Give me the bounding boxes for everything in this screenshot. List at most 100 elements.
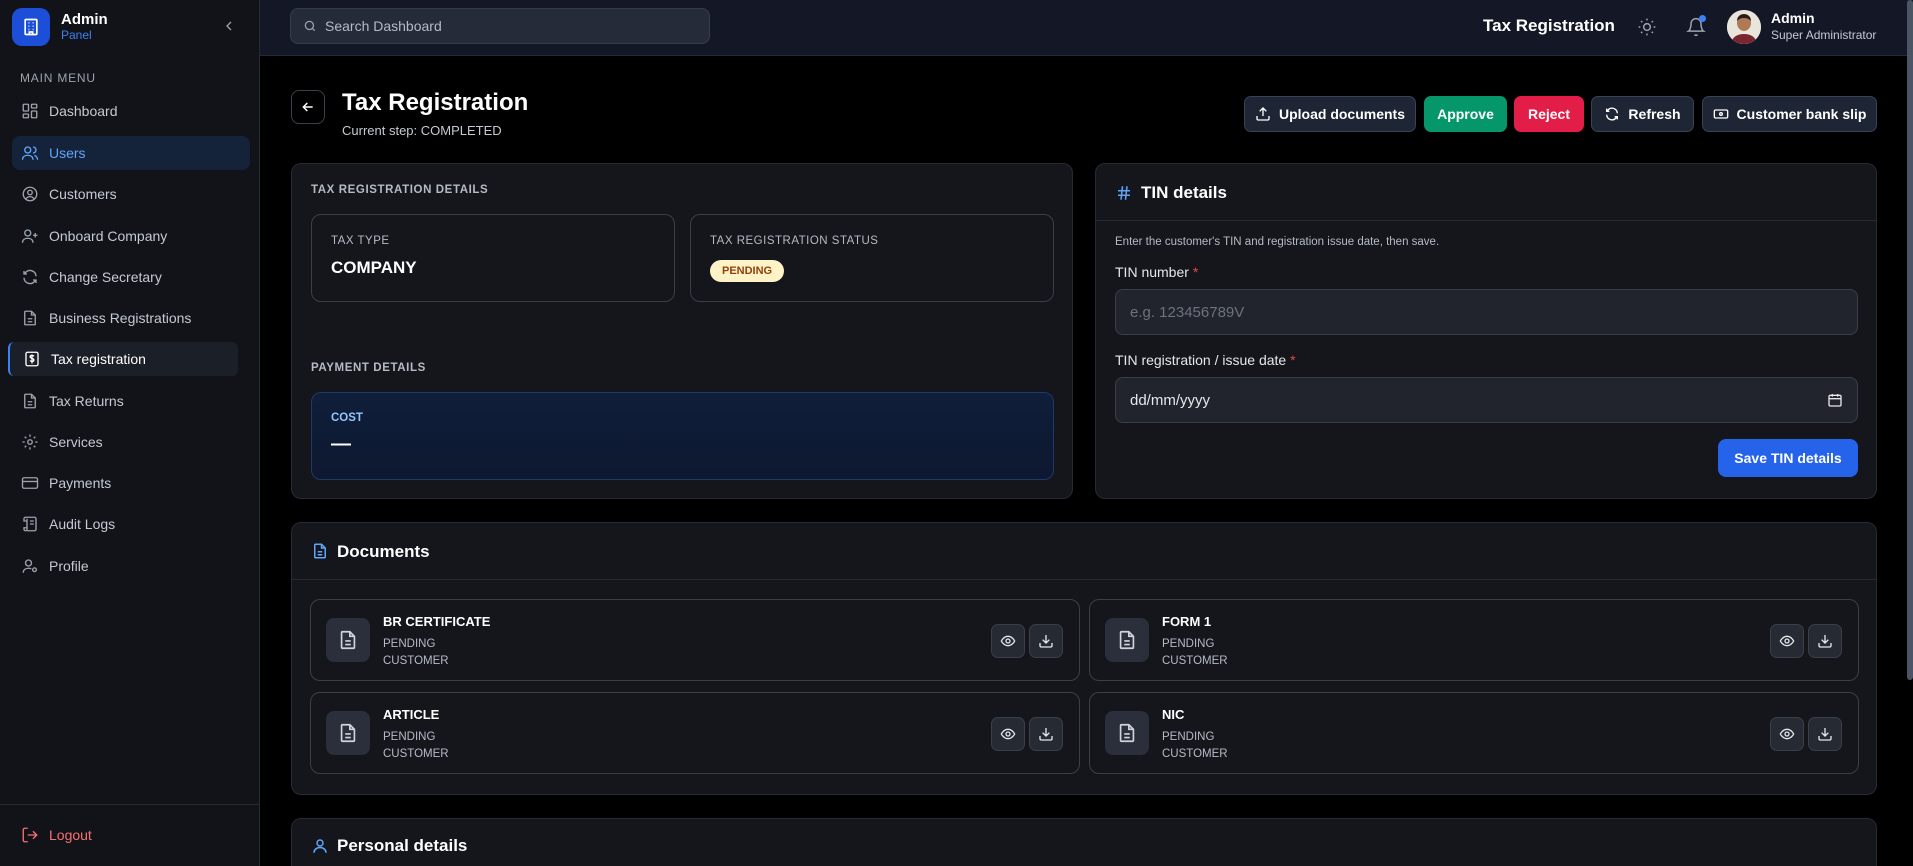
document-card: ARTICLE PENDING CUSTOMER [310,692,1080,774]
upload-documents-button[interactable]: Upload documents [1244,96,1416,132]
upload-label: Upload documents [1278,106,1405,122]
cost-label: COST [331,412,363,424]
personal-details-title: Personal details [337,836,468,855]
sidebar-item-label: Tax registration [51,351,146,367]
download-button[interactable] [1808,717,1842,751]
sidebar-item-label: Onboard Company [49,228,168,244]
topbar-title: Tax Registration [1483,16,1615,35]
document-owner: CUSTOMER [383,748,449,760]
approve-button[interactable]: Approve [1424,96,1507,132]
tin-date-label: TIN registration / issue date * [1115,352,1296,368]
tin-hint: Enter the customer's TIN and registratio… [1115,236,1440,248]
back-button[interactable] [291,90,325,124]
tin-number-input[interactable] [1130,303,1843,321]
sidebar-item-label: Change Secretary [49,269,162,285]
notification-dot [1699,15,1706,22]
brand: Admin Panel [0,0,259,53]
brand-title: Admin [61,10,108,28]
chevron-left-icon[interactable] [221,18,237,34]
view-button[interactable] [991,624,1025,658]
document-card: FORM 1 PENDING CUSTOMER [1089,599,1859,681]
download-button[interactable] [1029,717,1063,751]
file-text-icon [1105,711,1149,755]
sidebar-item-payments[interactable]: Payments [12,466,250,500]
tin-date-field[interactable]: dd/mm/yyyy [1115,377,1858,423]
status-label: TAX REGISTRATION STATUS [710,235,879,247]
documents-divider [292,579,1876,580]
sidebar-item-label: Services [49,434,103,450]
sidebar-item-dashboard[interactable]: Dashboard [12,94,250,128]
document-name: BR CERTIFICATE [383,614,491,629]
view-button[interactable] [1770,717,1804,751]
payment-heading: PAYMENT DETAILS [311,362,426,374]
search-input[interactable] [325,18,685,34]
logout-icon [21,826,39,844]
customer-icon [21,185,39,203]
file-text-icon [326,618,370,662]
sidebar-item-profile[interactable]: Profile [12,549,250,583]
tin-date-value[interactable]: dd/mm/yyyy [1130,392,1827,409]
bank-slip-label: Customer bank slip [1736,106,1867,122]
status-badge: PENDING [710,260,785,282]
personal-details-card: Personal details [291,818,1877,866]
tax-type-value: COMPANY [331,258,417,277]
sidebar-item-tax-registration[interactable]: Tax registration [8,342,238,376]
user-icon [311,837,329,855]
eye-icon [1779,635,1795,647]
view-button[interactable] [991,717,1025,751]
required-mark: * [1290,352,1296,368]
tax-registration-details-card: TAX REGISTRATION DETAILS TAX TYPE COMPAN… [291,163,1073,499]
page-scrollbar[interactable] [1907,0,1913,680]
download-icon [1039,635,1053,648]
tin-date-label-text: TIN registration / issue date [1115,352,1287,368]
sidebar-item-label: Business Registrations [49,310,192,326]
view-button[interactable] [1770,624,1804,658]
page-subtitle: Current step: COMPLETED [342,123,502,138]
sun-icon[interactable] [1637,17,1657,37]
document-icon [311,542,329,560]
tin-number-label-text: TIN number [1115,264,1189,280]
sidebar-item-customers[interactable]: Customers [12,177,250,211]
sidebar-item-label: Dashboard [49,103,118,119]
refresh-icon [21,268,39,286]
tin-number-label: TIN number * [1115,264,1198,280]
download-icon [1818,728,1832,741]
user-name: Admin [1771,10,1815,26]
sidebar-item-label: Users [49,145,86,161]
upload-icon [1255,106,1271,122]
required-mark: * [1192,264,1199,280]
reject-button[interactable]: Reject [1514,96,1584,132]
sidebar-item-audit-logs[interactable]: Audit Logs [12,507,250,541]
avatar[interactable] [1727,10,1761,44]
customer-bank-slip-button[interactable]: Customer bank slip [1702,96,1877,132]
sidebar-item-label: Profile [49,558,89,574]
save-tin-button[interactable]: Save TIN details [1718,439,1858,477]
approve-label: Approve [1437,106,1494,122]
sidebar-item-business-registrations[interactable]: Business Registrations [12,301,250,335]
logout-button[interactable]: Logout [12,818,92,852]
sidebar-item-label: Payments [49,475,112,491]
page-title: Tax Registration [342,89,529,116]
eye-icon [1000,635,1016,647]
refresh-icon [1604,106,1620,122]
sidebar-item-users[interactable]: Users [12,136,250,170]
sidebar-item-tax-returns[interactable]: Tax Returns [12,384,250,418]
document-status: PENDING [1162,638,1215,650]
search-box[interactable] [290,8,710,44]
reject-label: Reject [1527,106,1571,122]
refresh-button[interactable]: Refresh [1591,96,1694,132]
calendar-icon[interactable] [1827,392,1843,408]
download-button[interactable] [1029,624,1063,658]
tin-number-field[interactable] [1115,289,1858,335]
download-button[interactable] [1808,624,1842,658]
document-owner: CUSTOMER [1162,655,1228,667]
sidebar-item-services[interactable]: Services [12,425,250,459]
refresh-label: Refresh [1628,106,1681,122]
gear-icon [21,433,39,451]
status-box: TAX REGISTRATION STATUS PENDING [690,214,1054,302]
sidebar-item-label: Tax Returns [49,393,124,409]
document-status: PENDING [383,731,436,743]
sidebar-item-onboard-company[interactable]: Onboard Company [12,219,250,253]
sidebar-item-change-secretary[interactable]: Change Secretary [12,260,250,294]
menu-heading: MAIN MENU [20,71,96,85]
